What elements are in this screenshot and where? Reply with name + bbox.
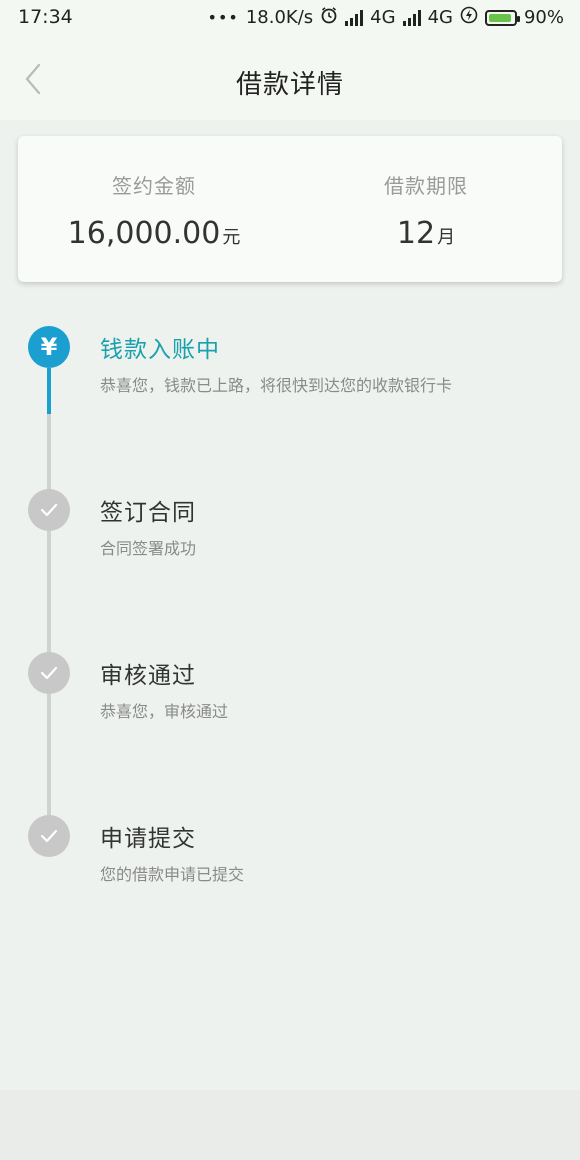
check-icon — [28, 652, 70, 694]
amount-unit: 元 — [222, 227, 241, 248]
signal-icon-2 — [402, 9, 421, 26]
amount-block: 签约金额 16,000.00 元 — [18, 136, 290, 282]
battery-icon — [484, 9, 520, 26]
timeline-step-disbursing: ¥ 钱款入账中 恭喜您，钱款已上路，将很快到达您的收款银行卡 — [0, 300, 580, 400]
step-title: 审核通过 — [100, 663, 196, 689]
term-value-row: 12 月 — [290, 216, 562, 251]
loan-summary-card: 签约金额 16,000.00 元 借款期限 12 月 — [18, 136, 562, 282]
nav-header: 借款详情 — [0, 38, 580, 120]
status-time: 17:34 — [18, 6, 73, 28]
timeline-step-contract: 签订合同 合同签署成功 — [0, 463, 580, 563]
yen-icon: ¥ — [28, 326, 70, 368]
step-desc: 恭喜您，钱款已上路，将很快到达您的收款银行卡 — [100, 376, 453, 395]
term-unit: 月 — [437, 227, 456, 248]
step-title: 钱款入账中 — [100, 337, 220, 363]
status-bar: 17:34 ••• 18.0K/s 4G 4G 90% — [0, 0, 580, 38]
status-icons: ••• 18.0K/s 4G 4G 90% — [208, 6, 564, 29]
alarm-icon — [320, 6, 338, 29]
charging-icon — [460, 6, 478, 29]
network-label-2: 4G — [427, 7, 453, 28]
amount-label: 签约金额 — [112, 174, 196, 198]
battery-percent: 90% — [523, 7, 564, 28]
term-block: 借款期限 12 月 — [290, 136, 562, 282]
check-icon — [28, 815, 70, 857]
term-value: 12 — [396, 216, 436, 251]
amount-value: 16,000.00 — [67, 216, 221, 251]
timeline-step-submitted: 申请提交 您的借款申请已提交 — [0, 789, 580, 889]
term-label: 借款期限 — [384, 174, 468, 198]
bottom-area — [0, 1090, 580, 1160]
check-icon — [28, 489, 70, 531]
page-title: 借款详情 — [235, 70, 344, 100]
more-dots: ••• — [207, 8, 239, 27]
net-speed: 18.0K/s — [245, 7, 314, 28]
step-desc: 合同签署成功 — [100, 539, 197, 558]
step-desc: 恭喜您，审核通过 — [100, 702, 229, 721]
signal-icon — [345, 9, 364, 26]
network-label-1: 4G — [370, 7, 396, 28]
timeline-step-review: 审核通过 恭喜您，审核通过 — [0, 626, 580, 726]
step-title: 申请提交 — [100, 826, 196, 852]
amount-value-row: 16,000.00 元 — [18, 216, 290, 251]
step-title: 签订合同 — [100, 500, 196, 526]
step-desc: 您的借款申请已提交 — [100, 865, 245, 884]
progress-timeline: ¥ 钱款入账中 恭喜您，钱款已上路，将很快到达您的收款银行卡 签订合同 合同签署… — [0, 300, 580, 1090]
